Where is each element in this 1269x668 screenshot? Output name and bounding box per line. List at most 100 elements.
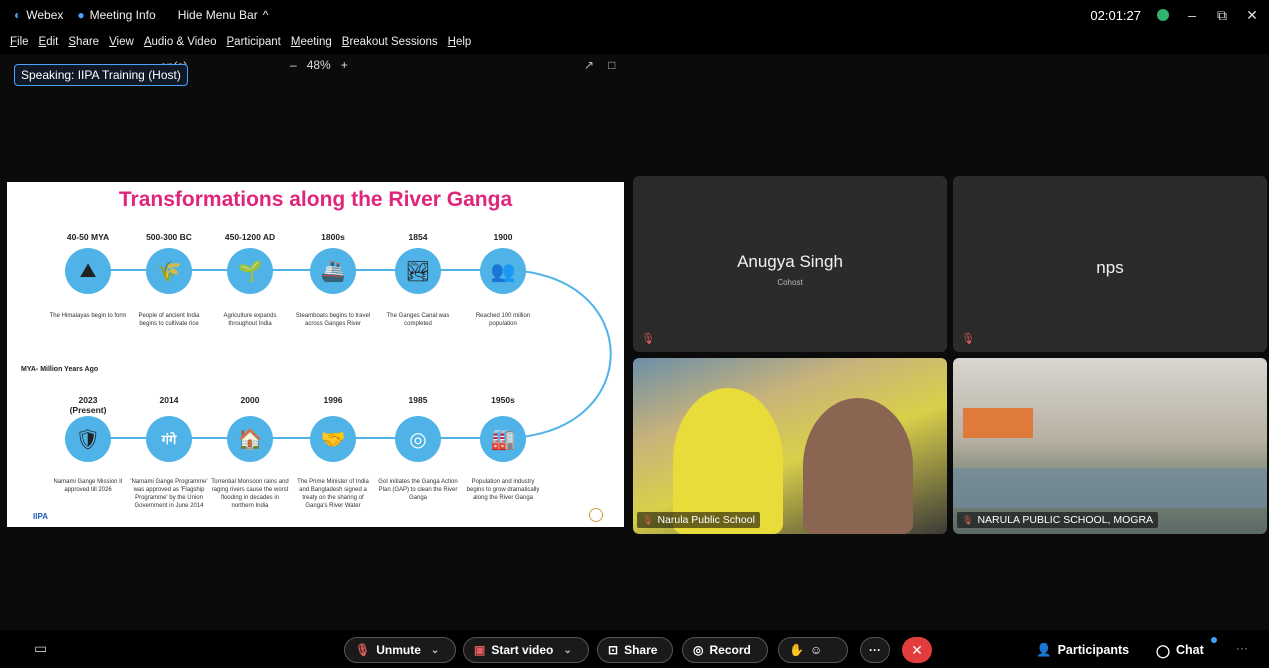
timeline-period: 2023 (Present) xyxy=(69,395,107,415)
audience-shape xyxy=(953,468,1267,508)
participant-name: nps xyxy=(1096,258,1124,277)
minimize-icon[interactable]: – xyxy=(1185,7,1199,23)
menu-meeting[interactable]: Meeting xyxy=(291,36,332,48)
chevron-down-icon[interactable]: ⌄ xyxy=(431,645,439,656)
muted-mic-icon: 🎙 xyxy=(642,514,654,525)
wall-panel-shape xyxy=(963,408,1033,438)
timeline-period: 40-50 MYA xyxy=(66,232,110,242)
unmute-button[interactable]: 🎙 Unmute ⌄ xyxy=(344,637,456,663)
canal-icon: 🏞 xyxy=(395,248,441,294)
menu-audio-video[interactable]: Audio & Video xyxy=(144,36,217,48)
webex-logo-icon: ◐ xyxy=(14,8,22,22)
status-icon[interactable] xyxy=(1157,9,1169,21)
tile-name-label: 🎙 NARULA PUBLIC SCHOOL, MOGRA xyxy=(957,512,1159,528)
industry-icon: 🏭 xyxy=(480,416,526,462)
start-video-label: Start video xyxy=(491,643,554,657)
share-icon: ⊡ xyxy=(608,643,619,657)
menu-file[interactable]: File xyxy=(10,36,29,48)
timeline-period: 1854 xyxy=(408,232,428,242)
muted-mic-icon: 🎙 xyxy=(355,643,371,657)
muted-mic-icon: 🎙 xyxy=(962,514,974,525)
participants-icon: 👤 xyxy=(1036,642,1052,657)
timeline-period: 450-1200 AD xyxy=(224,232,276,242)
zoom-in-button[interactable]: + xyxy=(341,58,348,72)
zoom-controls: – 48% + xyxy=(290,58,348,72)
timeline-desc: People of ancient India begins to cultiv… xyxy=(138,313,200,327)
info-icon: ● xyxy=(77,8,85,22)
share-button[interactable]: ⊡ Share xyxy=(597,637,673,663)
timeline-period: 1900 xyxy=(493,232,513,242)
annotate-icon[interactable]: ↗ xyxy=(584,58,594,72)
shared-content-slide: Transformations along the River Ganga 40… xyxy=(7,182,624,527)
menu-share[interactable]: Share xyxy=(68,36,99,48)
more-options-button[interactable]: ··· xyxy=(860,637,890,663)
muted-mic-icon: 🎙 xyxy=(961,333,975,345)
emoji-icon: ☺ xyxy=(809,643,823,657)
chat-notification-dot xyxy=(1211,637,1217,643)
chat-label: Chat xyxy=(1176,643,1204,657)
iipa-logo: IIPA xyxy=(33,512,48,521)
unmute-label: Unmute xyxy=(376,643,421,657)
participant-role: Cohost xyxy=(777,278,803,287)
video-tile-nps[interactable]: nps 🎙 xyxy=(953,176,1267,352)
menu-help[interactable]: Help xyxy=(448,36,472,48)
mya-footnote: MYA- Million Years Ago xyxy=(21,366,99,373)
meeting-info-label: Meeting Info xyxy=(89,8,156,22)
zoom-out-button[interactable]: – xyxy=(290,58,297,72)
meeting-clock: 02:01:27 xyxy=(1090,7,1141,23)
webex-window: ◐ Webex ● Meeting Info Hide Menu Bar ^ 0… xyxy=(0,0,1269,668)
handshake-icon: 🤝 xyxy=(310,416,356,462)
timeline-period: 1950s xyxy=(491,395,515,405)
menu-bar: File Edit Share View Audio & Video Parti… xyxy=(0,30,1269,54)
menu-breakout-sessions[interactable]: Breakout Sessions xyxy=(342,36,438,48)
steamboat-icon: 🚢 xyxy=(310,248,356,294)
participants-label: Participants xyxy=(1057,643,1130,657)
menu-participant[interactable]: Participant xyxy=(227,36,281,48)
timeline-period: 1996 xyxy=(323,395,343,405)
timeline-period: 2014 xyxy=(159,395,179,405)
tile-name-label: 🎙 Narula Public School xyxy=(637,512,760,528)
more-icon: ··· xyxy=(869,643,881,657)
agriculture-icon: 🌱 xyxy=(227,248,273,294)
overflow-icon[interactable]: ··· xyxy=(1236,641,1248,655)
chat-icon: ◯ xyxy=(1156,643,1170,658)
share-label: Share xyxy=(624,643,658,657)
rice-icon: 🌾 xyxy=(146,248,192,294)
record-label: Record xyxy=(709,643,751,657)
leave-meeting-button[interactable]: ✕ xyxy=(902,637,932,663)
start-video-button[interactable]: ▣ Start video ⌄ xyxy=(463,637,589,663)
meeting-info-button[interactable]: ● Meeting Info xyxy=(77,8,155,22)
participant-name: NARULA PUBLIC SCHOOL, MOGRA xyxy=(977,514,1154,526)
close-icon[interactable]: ✕ xyxy=(1245,7,1259,24)
popout-icon[interactable]: □ xyxy=(608,58,615,72)
video-person-shape xyxy=(803,398,913,534)
participants-button[interactable]: 👤 Participants xyxy=(1036,637,1129,663)
timeline-desc: The Prime Minister of India and Banglade… xyxy=(297,479,369,509)
reactions-button[interactable]: ✋ ☺ xyxy=(778,637,848,663)
timeline-desc: Population and industry begins to grow d… xyxy=(466,479,540,501)
chevron-down-icon[interactable]: ⌄ xyxy=(563,645,571,656)
timeline-period: 2000 xyxy=(240,395,260,405)
video-tile-narula-public-school[interactable]: 🎙 Narula Public School xyxy=(633,358,947,534)
hide-menu-bar-button[interactable]: Hide Menu Bar ^ xyxy=(178,8,269,22)
title-bar: ◐ Webex ● Meeting Info Hide Menu Bar ^ 0… xyxy=(0,0,1269,30)
flood-house-icon: 🏠 xyxy=(227,416,273,462)
video-off-icon: ▣ xyxy=(474,643,486,657)
webex-logo-area[interactable]: ◐ Webex xyxy=(14,8,63,22)
share-tools: ↗ □ xyxy=(584,58,615,72)
close-icon: ✕ xyxy=(911,641,923,658)
video-tile-anugya-singh[interactable]: Anugya Singh Cohost 🎙 xyxy=(633,176,947,352)
menu-edit[interactable]: Edit xyxy=(39,36,59,48)
restore-icon[interactable]: ⧉ xyxy=(1215,7,1229,24)
captions-icon[interactable]: ▭ xyxy=(34,640,47,657)
timeline-period: 500-300 BC xyxy=(146,232,192,242)
himalaya-icon: ⛰ xyxy=(65,248,111,294)
timeline-desc: The Ganges Canal was completed xyxy=(386,313,450,327)
timeline-desc: The Himalayas begin to form xyxy=(49,313,127,319)
video-tile-narula-mogra[interactable]: 🎙 NARULA PUBLIC SCHOOL, MOGRA xyxy=(953,358,1267,534)
speaking-indicator: Speaking: IIPA Training (Host) xyxy=(14,64,188,86)
namami-gange-icon: गंगे xyxy=(146,416,192,462)
record-button[interactable]: ◎ Record xyxy=(682,637,768,663)
chat-button[interactable]: ◯ Chat xyxy=(1156,637,1204,663)
menu-view[interactable]: View xyxy=(109,36,134,48)
